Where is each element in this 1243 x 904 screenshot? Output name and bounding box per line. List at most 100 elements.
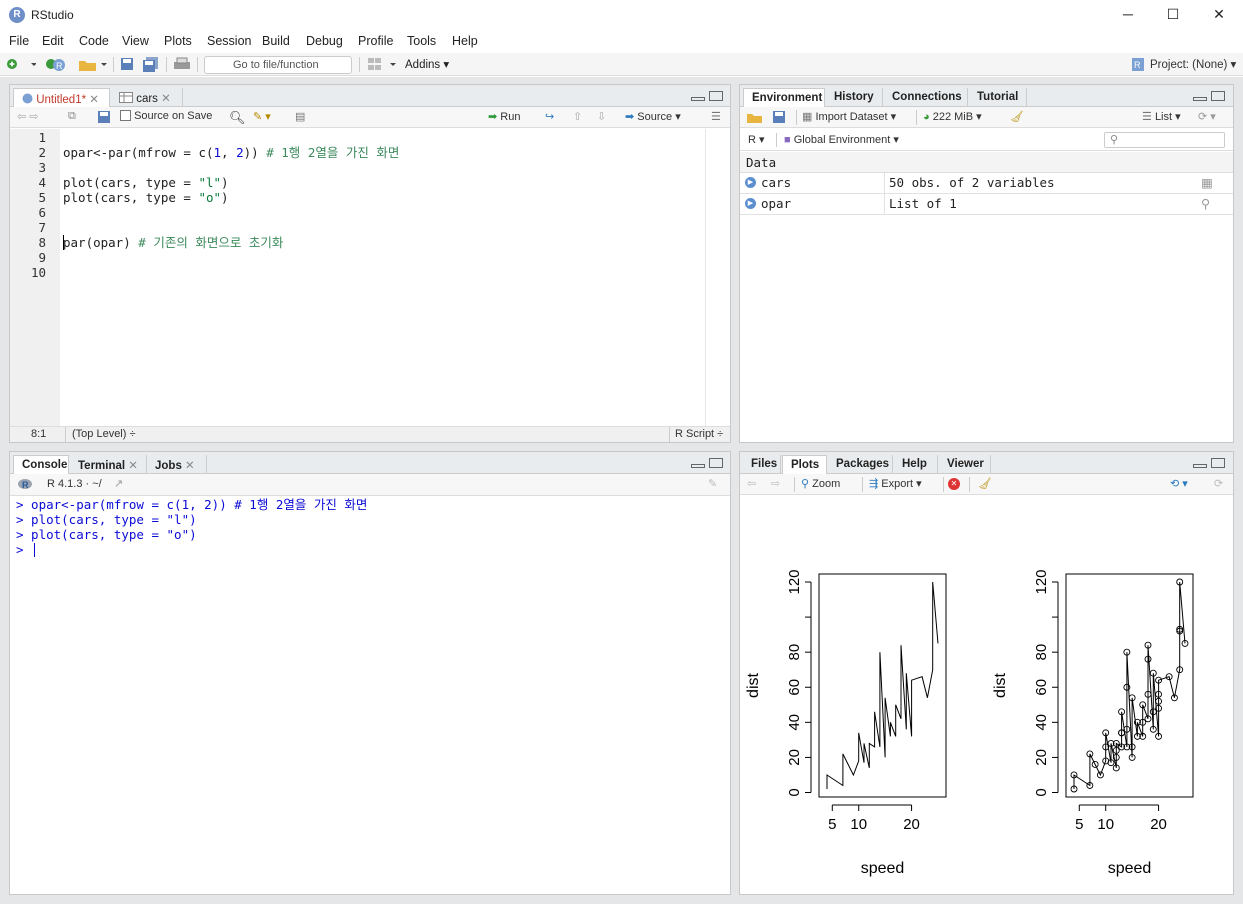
console-output[interactable]: > opar<-par(mfrow = c(1, 2)) # 1행 2열을 가진… <box>10 496 730 894</box>
maximize-pane-icon[interactable] <box>1211 458 1225 468</box>
publish-icon[interactable]: ⟲ ▾ <box>1170 477 1188 490</box>
maximize-pane-icon[interactable] <box>1211 91 1225 101</box>
minimize-pane-icon[interactable] <box>1193 97 1207 101</box>
tab-help[interactable]: Help <box>894 455 938 475</box>
menu-help[interactable]: Help <box>452 34 478 48</box>
tab-jobs[interactable]: Jobs ✕ <box>147 455 207 475</box>
zoom-button[interactable]: ⚲ Zoom <box>801 477 840 490</box>
magic-wand-icon[interactable]: ✎ ▾ <box>253 110 271 123</box>
back-icon[interactable]: ⇦ ⇨ <box>17 110 39 123</box>
maximize-pane-icon[interactable] <box>709 91 723 101</box>
maximize-button[interactable]: ☐ <box>1163 6 1183 23</box>
menu-build[interactable]: Build <box>262 34 290 48</box>
list-view-menu[interactable]: ☰ List ▾ <box>1142 110 1181 123</box>
menu-view[interactable]: View <box>122 34 149 48</box>
maximize-pane-icon[interactable] <box>709 458 723 468</box>
source-on-save-checkbox[interactable]: Source on Save <box>120 110 212 122</box>
tab-history[interactable]: History <box>826 88 883 108</box>
print-icon[interactable] <box>173 57 191 72</box>
menu-edit[interactable]: Edit <box>42 34 64 48</box>
search-icon[interactable]: 🔍︎ <box>229 110 246 126</box>
run-button[interactable]: ➡ Run <box>488 110 520 123</box>
checkbox-box[interactable] <box>120 110 131 121</box>
goto-file-input[interactable]: Go to file/function <box>204 56 352 74</box>
save-icon[interactable] <box>120 57 134 72</box>
menu-profile[interactable]: Profile <box>358 34 393 48</box>
tab-console[interactable]: Console <box>13 455 69 475</box>
rerun-icon[interactable]: ↪ <box>545 110 554 123</box>
load-workspace-icon[interactable] <box>746 111 764 124</box>
minimize-button[interactable]: ─ <box>1118 6 1138 22</box>
minimize-pane-icon[interactable] <box>1193 464 1207 468</box>
tab-untitled1[interactable]: Untitled1* ✕ <box>13 88 110 108</box>
save-all-icon[interactable] <box>143 57 159 72</box>
source-button[interactable]: ➡ Source ▾ <box>625 110 681 123</box>
environment-search-input[interactable]: ⚲ <box>1104 132 1225 148</box>
memory-usage-button[interactable]: ◕ 222 MiB ▾ <box>923 110 982 123</box>
view-table-icon[interactable]: ▦ <box>1201 175 1213 190</box>
plots-pane: Files Plots Packages Help Viewer ⇦ ⇨ ⚲ Z… <box>739 451 1234 895</box>
addins-menu[interactable]: Addins ▾ <box>405 57 449 72</box>
minimize-pane-icon[interactable] <box>691 464 705 468</box>
expand-icon[interactable]: ▶ <box>745 198 756 209</box>
scope-selector[interactable]: (Top Level) ÷ <box>72 428 136 440</box>
next-section-icon[interactable]: ⇩ <box>597 110 606 123</box>
refresh-icon[interactable]: ⟳ <box>1214 477 1223 490</box>
close-tab-icon[interactable]: ✕ <box>128 460 138 472</box>
code-line: opar<-par(mfrow = c(1, 2)) # 1행 2열을 가진 화… <box>63 145 400 160</box>
expand-icon[interactable]: ▶ <box>745 177 756 188</box>
tab-cars[interactable]: cars ✕ <box>111 88 183 108</box>
tab-tutorial[interactable]: Tutorial <box>969 88 1027 108</box>
clear-workspace-broom-icon[interactable]: 🧹︎ <box>1010 110 1024 123</box>
code-editor[interactable]: opar<-par(mfrow = c(1, 2)) # 1행 2열을 가진 화… <box>10 129 730 426</box>
close-tab-icon[interactable]: ✕ <box>185 460 195 472</box>
r-logo-icon: R <box>18 479 32 490</box>
tab-files[interactable]: Files <box>743 455 781 475</box>
tab-plots[interactable]: Plots <box>782 455 827 475</box>
remove-plot-icon[interactable]: ✕ <box>948 478 960 490</box>
menu-tools[interactable]: Tools <box>407 34 436 48</box>
clear-console-icon[interactable]: ✎ <box>708 477 717 490</box>
tab-environment[interactable]: Environment <box>743 88 825 108</box>
close-tab-icon[interactable]: ✕ <box>89 94 99 106</box>
tab-terminal[interactable]: Terminal ✕ <box>70 455 147 475</box>
close-button[interactable]: ✕ <box>1209 6 1229 23</box>
save-icon[interactable] <box>98 111 111 124</box>
language-selector[interactable]: R ▾ <box>748 133 765 146</box>
grid-layout-icon[interactable] <box>367 57 399 72</box>
menu-plots[interactable]: Plots <box>164 34 192 48</box>
menu-code[interactable]: Code <box>79 34 109 48</box>
y-axis-label: dist <box>745 673 762 698</box>
global-environment-selector[interactable]: ■ Global Environment ▾ <box>784 133 899 146</box>
new-file-icon[interactable] <box>6 57 36 72</box>
refresh-icon[interactable]: ⟳ ▾ <box>1198 110 1216 123</box>
goto-dir-icon[interactable]: ↗ <box>114 477 123 490</box>
import-dataset-button[interactable]: ▦ Import Dataset ▾ <box>802 110 896 123</box>
next-plot-icon[interactable]: ⇨ <box>771 477 780 490</box>
env-row-opar[interactable]: ▶ opar List of 1 ⚲ <box>740 194 1233 215</box>
new-project-icon[interactable]: R <box>45 57 67 72</box>
tab-untitled1-label: Untitled1* <box>36 94 87 106</box>
tab-packages[interactable]: Packages <box>828 455 893 475</box>
source-pane: Untitled1* ✕ cars ✕ ⇦ ⇨ ⧉ Source on Save… <box>9 84 731 443</box>
tab-viewer[interactable]: Viewer <box>939 455 991 475</box>
open-file-icon[interactable] <box>78 57 110 72</box>
file-type-selector[interactable]: R Script ÷ <box>675 428 723 440</box>
menu-file[interactable]: File <box>9 34 29 48</box>
project-menu[interactable]: Project: (None) ▾ <box>1150 57 1236 72</box>
save-workspace-icon[interactable] <box>773 111 786 124</box>
show-in-window-icon[interactable]: ⧉ <box>68 110 76 123</box>
minimize-pane-icon[interactable] <box>691 97 705 101</box>
menu-debug[interactable]: Debug <box>306 34 343 48</box>
env-row-cars[interactable]: ▶ cars 50 obs. of 2 variables ▦ <box>740 173 1233 194</box>
clear-plots-broom-icon[interactable]: 🧹︎ <box>978 477 992 490</box>
tab-connections[interactable]: Connections <box>884 88 968 108</box>
prev-section-icon[interactable]: ⇧ <box>573 110 582 123</box>
inspect-magnifier-icon[interactable]: ⚲ <box>1201 196 1210 211</box>
close-tab-icon[interactable]: ✕ <box>161 93 171 105</box>
prev-plot-icon[interactable]: ⇦ <box>747 477 756 490</box>
export-button[interactable]: ⇶ Export ▾ <box>869 477 922 490</box>
menu-session[interactable]: Session <box>207 34 251 48</box>
compile-report-icon[interactable]: ▤ <box>295 110 305 123</box>
outline-icon[interactable]: ☰ <box>711 110 721 123</box>
